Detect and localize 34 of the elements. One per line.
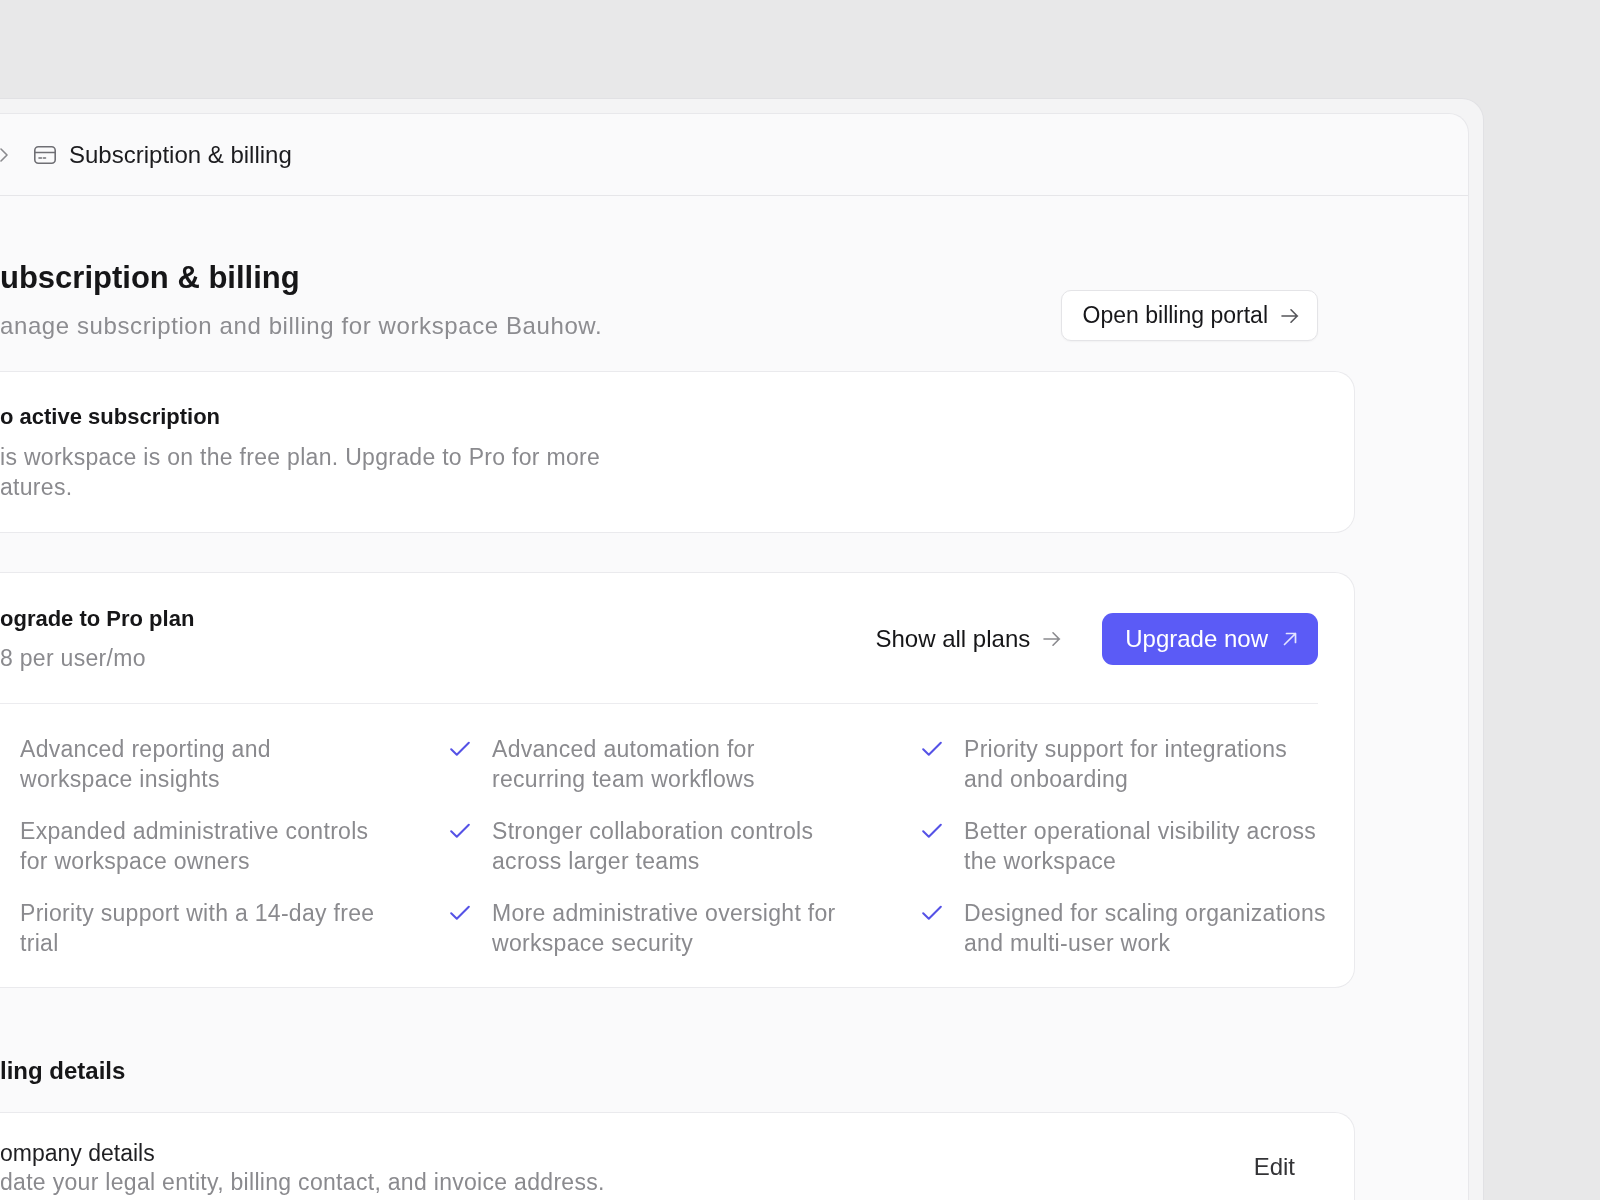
check-icon: [922, 905, 942, 921]
feature-text: Better operational visibility across the workspace: [964, 817, 1318, 876]
breadcrumb-current: Subscription & billing: [69, 139, 292, 170]
arrow-right-icon: [1043, 630, 1062, 647]
company-title: ompany details: [0, 1139, 156, 1168]
feature-text: Advanced automation for recurring team workflows: [492, 735, 756, 794]
plan-title: ograde to Pro plan: [0, 605, 195, 633]
chevron-right-icon: [0, 147, 8, 162]
check-icon: [922, 741, 942, 757]
check-icon: [922, 823, 942, 839]
arrow-right-icon: [1281, 307, 1299, 324]
card-description: is workspace is on the free plan. Upgrade to Pro for more atures.: [0, 443, 602, 502]
feature-text: Designed for scaling organizations and multi-user work: [964, 899, 1327, 958]
page-title: ubscription & billing: [0, 259, 301, 297]
card-title: o active subscription: [0, 403, 222, 431]
feature-text: Expanded administrative controls for workspace owners: [20, 817, 370, 876]
edit-button[interactable]: Edit: [1253, 1152, 1295, 1182]
show-plans-link[interactable]: Show all plans: [875, 623, 1062, 654]
feature-text: Stronger collaboration controls across larger teams: [492, 817, 815, 876]
section-heading: ling details: [0, 1056, 127, 1086]
page-subtitle: anage subscription and billing for workspace Bauhow.: [0, 311, 603, 341]
check-icon: [450, 741, 470, 757]
upgrade-button[interactable]: Upgrade now: [1102, 612, 1318, 665]
check-icon: [450, 905, 470, 921]
plan-price: 8 per user/mo: [0, 644, 147, 673]
feature-text: More administrative oversight for workspace security: [492, 899, 837, 958]
feature-text: Advanced reporting and workspace insights: [20, 735, 272, 794]
check-icon: [450, 823, 470, 839]
arrow-up-right-icon: [1283, 631, 1297, 646]
feature-text: Priority support for integrations and onboarding: [964, 735, 1289, 794]
feature-text: Priority support with a 14-day free trial: [20, 899, 376, 958]
billing-portal-button[interactable]: Open billing portal: [1060, 290, 1318, 341]
company-description: date your legal entity, billing contact, and invoice address.: [0, 1168, 605, 1196]
credit-card-icon: [34, 145, 56, 164]
